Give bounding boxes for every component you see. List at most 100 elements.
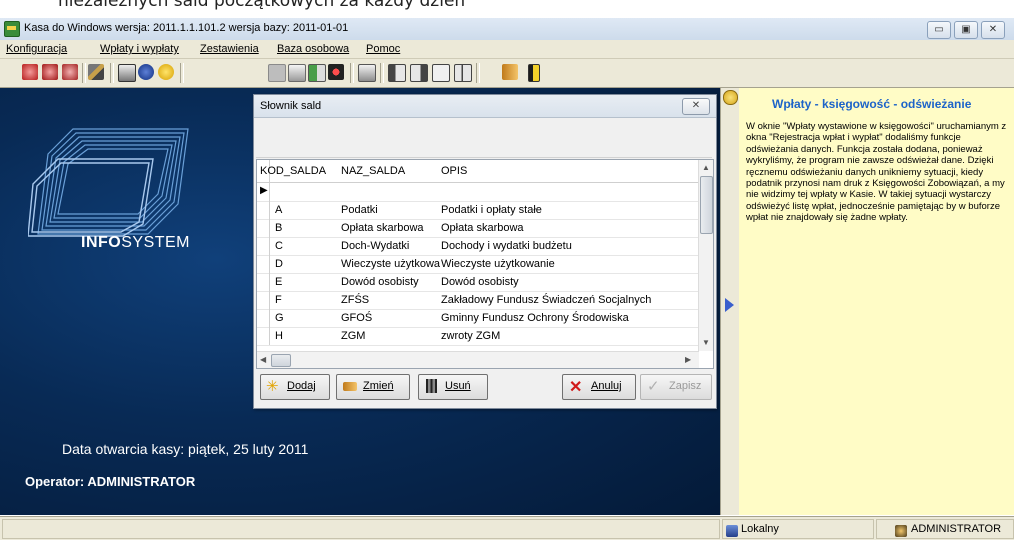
cell-kod: C <box>275 240 283 252</box>
page-icon[interactable] <box>410 64 428 82</box>
row-indicator <box>257 291 270 309</box>
table-icon[interactable] <box>308 64 326 82</box>
cell-naz: Doch-Wydatki <box>341 240 410 252</box>
minimize-button[interactable]: ▭ <box>927 21 951 39</box>
window-title-bar: Kasa do Windows wersja: 2011.1.1.101.2 w… <box>0 18 1014 41</box>
pointer-icon[interactable] <box>502 64 518 80</box>
comment-icon[interactable] <box>288 64 306 82</box>
expand-arrow-icon[interactable] <box>725 298 734 312</box>
panel-splitter[interactable] <box>720 88 740 515</box>
table-row[interactable]: H ZGM zwroty ZGM <box>257 327 699 346</box>
cell-opis: Podatki i opłaty stałe <box>441 204 542 216</box>
menu-wplaty-i-wyplaty[interactable]: Wpłaty i wypłaty <box>100 43 179 55</box>
table-row-new[interactable]: ▶ <box>257 183 699 202</box>
stop-icon[interactable] <box>268 64 286 82</box>
dodaj-label: Dodaj <box>287 380 316 392</box>
print-icon[interactable] <box>22 64 38 80</box>
anuluj-label: Anuluj <box>591 380 622 392</box>
cell-opis: Zakładowy Fundusz Świadczeń Socjalnych <box>441 294 652 306</box>
toolbar-separator <box>110 63 114 83</box>
column-header-naz[interactable]: NAZ_SALDA <box>341 165 405 177</box>
computer-icon <box>726 525 738 537</box>
infosystem-logo <box>28 128 189 237</box>
anuluj-button[interactable]: ✕ Anuluj <box>562 374 636 400</box>
copy-icon[interactable] <box>388 64 406 82</box>
table-row[interactable]: B Opłata skarbowa Opłata skarbowa <box>257 219 699 238</box>
help-icon[interactable] <box>158 64 174 80</box>
checkmark-icon: ✓ <box>647 378 660 395</box>
brand-bold: INFO <box>81 234 122 251</box>
print-setup-icon[interactable] <box>62 64 78 80</box>
menu-zestawienia[interactable]: Zestawienia <box>200 43 259 55</box>
dialog-title: Słownik sald <box>260 100 322 112</box>
menu-pomoc[interactable]: Pomoc <box>366 43 400 55</box>
dialog-close-button[interactable]: ✕ <box>682 98 710 115</box>
printer-icon[interactable] <box>118 64 136 82</box>
scroll-left-icon[interactable]: ◀ <box>260 355 266 364</box>
scroll-down-icon[interactable]: ▼ <box>702 338 710 347</box>
row-indicator: ▶ <box>257 183 270 201</box>
table-row[interactable]: G GFOŚ Gminny Fundusz Ochrony Środowiska <box>257 309 699 328</box>
table-row[interactable]: E Dowód osobisty Dowód osobisty <box>257 273 699 292</box>
operator-label: Operator: ADMINISTRATOR <box>25 474 196 489</box>
app-icon <box>4 21 20 37</box>
help-body: W oknie "Wpłaty wystawione w księgowości… <box>746 121 1007 224</box>
status-bar: Lokalny ADMINISTRATOR <box>0 516 1014 540</box>
close-button[interactable]: ✕ <box>981 21 1005 39</box>
row-indicator <box>257 327 270 345</box>
brand-rest: SYSTEM <box>121 234 191 251</box>
menu-baza-osobowa[interactable]: Baza osobowa <box>277 43 349 55</box>
pointing-hand-icon <box>343 382 357 391</box>
table-row[interactable]: A Podatki Podatki i opłaty stałe <box>257 201 699 220</box>
dodaj-button[interactable]: ✳ Dodaj <box>260 374 330 400</box>
toolbar-separator <box>476 63 480 83</box>
table-row[interactable]: D Wieczyste użytkowa Wieczyste użytkowan… <box>257 255 699 274</box>
cell-opis: zwroty ZGM <box>441 330 501 342</box>
usun-label: Usuń <box>445 380 471 392</box>
zapisz-button[interactable]: ✓ Zapisz <box>640 374 712 400</box>
info-icon[interactable] <box>138 64 154 80</box>
tools-icon[interactable] <box>88 64 104 80</box>
export-icon[interactable] <box>358 64 376 82</box>
column-header-opis[interactable]: OPIS <box>441 165 467 177</box>
cell-kod: E <box>275 276 283 288</box>
cell-opis: Dowód osobisty <box>441 276 519 288</box>
zmien-button[interactable]: Zmień <box>336 374 410 400</box>
scroll-up-icon[interactable]: ▲ <box>702 163 710 172</box>
horizontal-scroll-thumb[interactable] <box>271 354 291 367</box>
vertical-scroll-thumb[interactable] <box>700 176 713 234</box>
vertical-scrollbar[interactable]: ▲ ▼ <box>698 160 713 351</box>
print-preview-icon[interactable] <box>42 64 58 80</box>
dialog-top-panel <box>256 119 712 158</box>
zmien-label: Zmień <box>363 380 394 392</box>
row-indicator <box>257 237 270 255</box>
maximize-button[interactable]: ▣ <box>954 21 978 39</box>
usun-button[interactable]: Usuń <box>418 374 488 400</box>
document-text-fragment: nieżależnych sald początkowych za każdy … <box>0 0 1014 18</box>
horizontal-scrollbar[interactable]: ◀ ▶ <box>257 351 699 368</box>
refresh-icon[interactable] <box>723 90 738 105</box>
balances-grid[interactable]: KOD_SALDA NAZ_SALDA OPIS ▶ A Podatki Pod… <box>256 159 714 369</box>
document-icon[interactable] <box>432 64 450 82</box>
brand-wordmark: INFOSYSTEM <box>81 234 190 252</box>
cell-kod: B <box>275 222 283 234</box>
row-indicator <box>257 309 270 327</box>
cell-opis: Opłata skarbowa <box>441 222 524 234</box>
row-indicator <box>257 219 270 237</box>
cell-naz: ZFŚS <box>341 294 370 306</box>
cell-kod: A <box>275 204 283 216</box>
toolbar-separator <box>350 63 354 83</box>
cell-kod: G <box>275 312 284 324</box>
cell-kod: H <box>275 330 283 342</box>
cell-naz: Dowód osobisty <box>341 276 419 288</box>
location-label: Lokalny <box>741 523 779 535</box>
column-header-kod[interactable]: KOD_SALDA <box>260 165 326 177</box>
table-row[interactable]: C Doch-Wydatki Dochody i wydatki budżetu <box>257 237 699 256</box>
scroll-right-icon[interactable]: ▶ <box>685 355 691 364</box>
table-row[interactable]: F ZFŚS Zakładowy Fundusz Świadczeń Socja… <box>257 291 699 310</box>
exit-icon[interactable] <box>528 64 540 82</box>
cell-naz: Podatki <box>341 204 378 216</box>
copy-pages-icon[interactable] <box>454 64 472 82</box>
record-icon[interactable] <box>328 64 344 80</box>
menu-konfiguracja[interactable]: Konfiguracja <box>6 43 67 55</box>
